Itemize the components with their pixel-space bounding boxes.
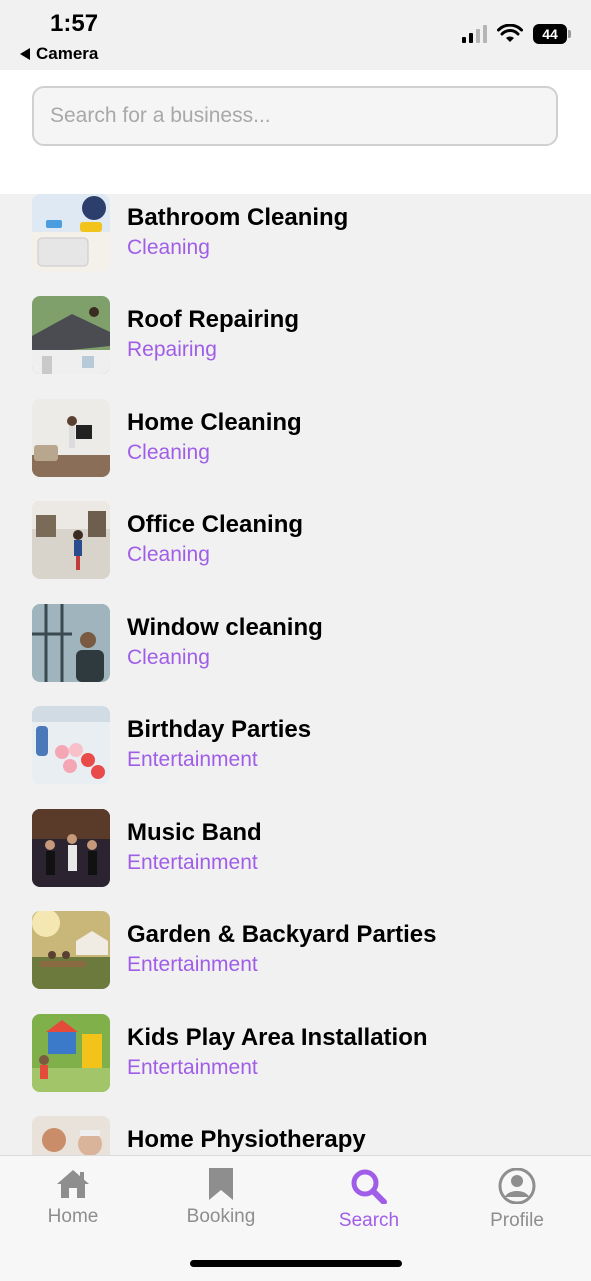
list-item[interactable]: Home Physiotherapy (0, 1116, 591, 1155)
home-indicator[interactable] (190, 1260, 402, 1267)
status-bar: 1:57 Camera 44 (0, 0, 591, 70)
business-category: Repairing (127, 338, 217, 361)
business-thumbnail (32, 296, 110, 374)
business-title: Kids Play Area Installation (127, 1024, 428, 1051)
search-area (0, 70, 591, 194)
business-title: Roof Repairing (127, 306, 299, 333)
business-title: Window cleaning (127, 614, 323, 641)
business-thumbnail (32, 194, 110, 272)
business-title: Office Cleaning (127, 511, 304, 538)
business-title: Birthday Parties (127, 716, 312, 743)
cellular-signal-icon (462, 25, 487, 43)
business-title: Home Cleaning (127, 409, 302, 436)
list-item[interactable]: Bathroom Cleaning Cleaning (0, 194, 591, 274)
status-icons: 44 (462, 24, 571, 44)
profile-icon (498, 1168, 536, 1204)
search-input[interactable] (32, 86, 558, 146)
tab-label: Home (47, 1206, 99, 1227)
list-item[interactable]: Window cleaning Cleaning (0, 604, 591, 684)
wifi-icon (497, 24, 523, 42)
search-icon (351, 1169, 387, 1204)
list-item[interactable]: Home Cleaning Cleaning (0, 399, 591, 479)
tab-label: Profile (490, 1210, 544, 1231)
business-thumbnail (32, 706, 110, 784)
tab-booking[interactable]: Booking (166, 1168, 276, 1238)
business-title: Bathroom Cleaning (127, 204, 349, 231)
list-item[interactable]: Music Band Entertainment (0, 809, 591, 889)
business-thumbnail (32, 501, 110, 579)
battery-icon: 44 (533, 24, 571, 44)
business-category: Cleaning (127, 543, 210, 566)
back-to-camera-button[interactable]: Camera (20, 44, 98, 64)
business-category: Cleaning (127, 441, 210, 464)
business-category: Entertainment (127, 1056, 258, 1079)
business-category: Cleaning (127, 646, 210, 669)
business-thumbnail (32, 604, 110, 682)
bookmark-icon (209, 1168, 233, 1200)
back-label: Camera (36, 44, 99, 63)
home-icon (57, 1170, 89, 1198)
tab-home[interactable]: Home (18, 1168, 128, 1238)
tab-label: Search (338, 1210, 400, 1231)
business-category: Entertainment (127, 953, 258, 976)
business-title: Home Physiotherapy (127, 1126, 366, 1153)
status-time: 1:57 (50, 10, 99, 37)
business-thumbnail (32, 809, 110, 887)
list-item[interactable]: Garden & Backyard Parties Entertainment (0, 911, 591, 991)
tab-profile[interactable]: Profile (462, 1168, 572, 1238)
business-thumbnail (32, 399, 110, 477)
business-thumbnail (32, 911, 110, 989)
list-item[interactable]: Roof Repairing Repairing (0, 296, 591, 376)
business-category: Entertainment (127, 748, 258, 771)
list-item[interactable]: Birthday Parties Entertainment (0, 706, 591, 786)
business-thumbnail (32, 1014, 110, 1092)
tab-search[interactable]: Search (314, 1168, 424, 1238)
business-thumbnail (32, 1116, 110, 1155)
tab-label: Booking (186, 1206, 256, 1227)
back-arrow-icon (20, 48, 30, 60)
business-category: Entertainment (127, 851, 258, 874)
business-list[interactable]: Bathroom Cleaning Cleaning Roof Repairin… (0, 194, 591, 1155)
business-category: Cleaning (127, 236, 210, 259)
list-item[interactable]: Office Cleaning Cleaning (0, 501, 591, 581)
list-item[interactable]: Kids Play Area Installation Entertainmen… (0, 1014, 591, 1094)
business-title: Music Band (127, 819, 262, 846)
business-title: Garden & Backyard Parties (127, 921, 437, 948)
